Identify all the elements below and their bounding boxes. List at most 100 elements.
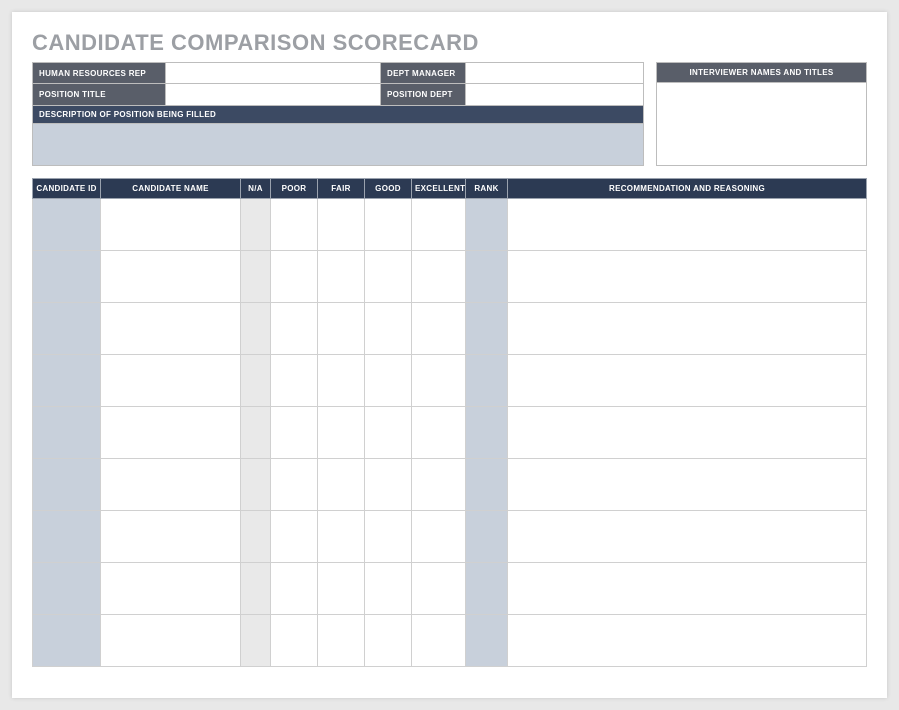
cell-name[interactable] [101,303,241,355]
cell-poor[interactable] [271,511,318,563]
cell-rank[interactable] [466,459,508,511]
th-poor: POOR [271,179,318,199]
cell-rank[interactable] [466,563,508,615]
cell-id[interactable] [33,303,101,355]
cell-name[interactable] [101,459,241,511]
cell-na[interactable] [241,511,271,563]
cell-poor[interactable] [271,459,318,511]
cell-poor[interactable] [271,199,318,251]
cell-id[interactable] [33,563,101,615]
cell-fair[interactable] [318,615,365,667]
cell-name[interactable] [101,407,241,459]
cell-id[interactable] [33,251,101,303]
cell-good[interactable] [365,303,412,355]
th-good: GOOD [365,179,412,199]
cell-id[interactable] [33,355,101,407]
table-row [33,251,867,303]
cell-good[interactable] [365,563,412,615]
interviewer-value[interactable] [656,83,867,166]
cell-rank[interactable] [466,303,508,355]
cell-rank[interactable] [466,615,508,667]
cell-excellent[interactable] [412,459,466,511]
cell-name[interactable] [101,251,241,303]
cell-id[interactable] [33,459,101,511]
cell-rank[interactable] [466,355,508,407]
cell-fair[interactable] [318,199,365,251]
th-rank: RANK [466,179,508,199]
cell-id[interactable] [33,199,101,251]
cell-excellent[interactable] [412,615,466,667]
cell-na[interactable] [241,303,271,355]
table-row [33,511,867,563]
cell-poor[interactable] [271,563,318,615]
cell-recommendation[interactable] [508,615,867,667]
cell-id[interactable] [33,407,101,459]
cell-fair[interactable] [318,355,365,407]
cell-rank[interactable] [466,511,508,563]
table-row [33,407,867,459]
cell-excellent[interactable] [412,251,466,303]
dept-manager-label: DEPT MANAGER [380,63,465,83]
cell-na[interactable] [241,407,271,459]
cell-rank[interactable] [466,407,508,459]
cell-excellent[interactable] [412,511,466,563]
cell-good[interactable] [365,199,412,251]
cell-na[interactable] [241,615,271,667]
cell-good[interactable] [365,355,412,407]
cell-recommendation[interactable] [508,407,867,459]
cell-name[interactable] [101,563,241,615]
dept-manager-value[interactable] [465,63,643,83]
cell-excellent[interactable] [412,303,466,355]
cell-excellent[interactable] [412,355,466,407]
cell-poor[interactable] [271,615,318,667]
cell-poor[interactable] [271,355,318,407]
cell-fair[interactable] [318,251,365,303]
cell-id[interactable] [33,615,101,667]
cell-good[interactable] [365,511,412,563]
cell-name[interactable] [101,511,241,563]
th-na: N/A [241,179,271,199]
cell-fair[interactable] [318,459,365,511]
cell-recommendation[interactable] [508,303,867,355]
position-title-value[interactable] [165,84,380,105]
cell-rank[interactable] [466,199,508,251]
cell-fair[interactable] [318,407,365,459]
cell-id[interactable] [33,511,101,563]
cell-recommendation[interactable] [508,563,867,615]
cell-name[interactable] [101,355,241,407]
cell-recommendation[interactable] [508,511,867,563]
header-row-1: HUMAN RESOURCES REP DEPT MANAGER [32,62,644,84]
cell-excellent[interactable] [412,407,466,459]
cell-name[interactable] [101,199,241,251]
cell-fair[interactable] [318,563,365,615]
hr-rep-value[interactable] [165,63,380,83]
cell-na[interactable] [241,251,271,303]
cell-name[interactable] [101,615,241,667]
cell-poor[interactable] [271,303,318,355]
cell-na[interactable] [241,355,271,407]
description-value[interactable] [32,124,644,166]
cell-good[interactable] [365,615,412,667]
cell-recommendation[interactable] [508,251,867,303]
cell-good[interactable] [365,407,412,459]
cell-good[interactable] [365,251,412,303]
table-row [33,355,867,407]
cell-poor[interactable] [271,251,318,303]
cell-na[interactable] [241,459,271,511]
cell-excellent[interactable] [412,563,466,615]
position-dept-value[interactable] [465,84,643,105]
cell-na[interactable] [241,199,271,251]
cell-na[interactable] [241,563,271,615]
cell-poor[interactable] [271,407,318,459]
cell-excellent[interactable] [412,199,466,251]
cell-recommendation[interactable] [508,355,867,407]
cell-good[interactable] [365,459,412,511]
position-title-label: POSITION TITLE [33,84,165,105]
cell-recommendation[interactable] [508,199,867,251]
cell-rank[interactable] [466,251,508,303]
cell-recommendation[interactable] [508,459,867,511]
document-page: CANDIDATE COMPARISON SCORECARD HUMAN RES… [12,12,887,698]
cell-fair[interactable] [318,511,365,563]
cell-fair[interactable] [318,303,365,355]
header-left: HUMAN RESOURCES REP DEPT MANAGER POSITIO… [32,62,644,166]
